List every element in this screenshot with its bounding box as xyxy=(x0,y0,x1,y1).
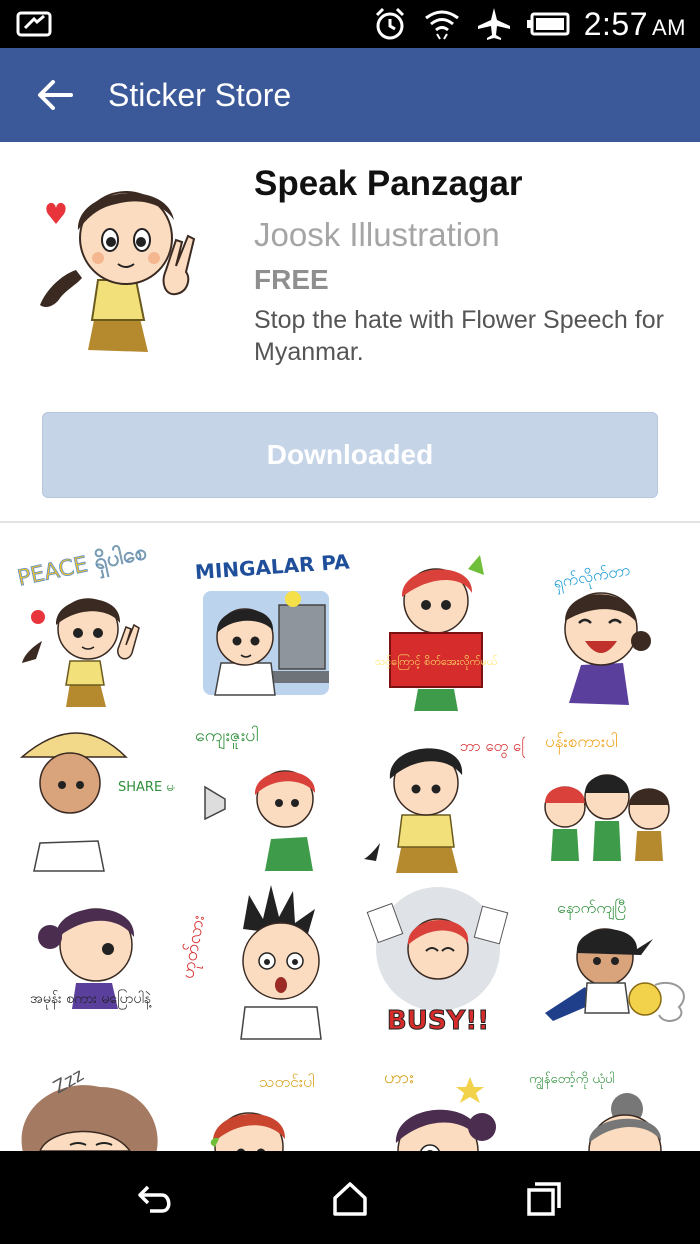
sticker-megaphone[interactable]: ကျေးဇူးပါ xyxy=(175,711,350,881)
alarm-icon xyxy=(375,7,404,40)
sticker-sleeping[interactable]: Zzz xyxy=(0,1047,175,1151)
sticker-hate-speech[interactable]: အမုန်း စကား မပြောပါနဲ့ xyxy=(0,879,175,1049)
sticker-caption: ကျေးဇူးပါ xyxy=(195,725,258,749)
sticker-share[interactable]: SHARE မလုပ်ခင် စဉ်းစား xyxy=(0,711,175,881)
nav-back-button[interactable] xyxy=(126,1169,186,1229)
pack-author[interactable]: Joosk Illustration xyxy=(254,216,500,254)
sticker-caption: SHARE မလုပ်ခင် စဉ်းစား xyxy=(118,779,175,797)
sticker-caption: ရှက်လိုက်တာ xyxy=(552,560,632,595)
sticker-news[interactable]: သတင်းပါ xyxy=(175,1047,350,1151)
sticker-pack-header: Speak Panzagar Joosk Illustration FREE S… xyxy=(0,142,700,522)
app-bar: Sticker Store xyxy=(0,48,700,142)
nav-recents-button[interactable] xyxy=(514,1169,574,1229)
battery-icon xyxy=(526,12,570,36)
sticker-caption: သတင်းပါ xyxy=(259,1072,315,1091)
wifi-icon xyxy=(424,10,459,40)
sticker-caption: ဟား xyxy=(384,1067,414,1088)
sticker-late[interactable]: နောက်ကျပြီ xyxy=(525,879,700,1049)
page-title: Sticker Store xyxy=(108,76,292,113)
sticker-caption: သင့်ကြောင့် စိတ်အေးလိုက်မယ် xyxy=(374,654,497,670)
sticker-caption: PEACE ရှိပါစေ xyxy=(15,545,150,596)
pack-description: Stop the hate with Flower Speech for Mya… xyxy=(254,306,664,366)
downloaded-button[interactable]: Downloaded xyxy=(42,412,658,498)
pack-cover-sticker xyxy=(40,191,196,352)
back-nav-icon xyxy=(138,1185,171,1213)
sticker-peace[interactable]: PEACE ရှိပါစေ xyxy=(0,545,175,715)
sticker-caption: ဘာ တွေ ပြောနေတာလဲ xyxy=(460,736,525,758)
sticker-surprised-boy[interactable]: ဟုတ်လား xyxy=(175,879,350,1049)
back-button[interactable] xyxy=(20,48,90,142)
notification-icon xyxy=(16,11,52,37)
sticker-caption: ပန်းစကားပါ xyxy=(545,731,618,755)
sticker-sign[interactable]: သင့်ကြောင့် စိတ်အေးလိုက်မယ် xyxy=(350,545,525,715)
sticker-caption: ကျွန်တော့်ကို ယုံပါ xyxy=(529,1071,615,1090)
sticker-angry-girl[interactable]: ဘာ တွေ ပြောနေတာလဲ xyxy=(350,711,525,881)
sticker-flower-speech[interactable]: ပန်းစကားပါ xyxy=(525,711,700,881)
sticker-wink[interactable]: ဟား xyxy=(350,1047,525,1151)
sticker-caption: BUSY!! xyxy=(387,1006,489,1036)
pack-title: Speak Panzagar xyxy=(254,164,523,203)
status-bar: 2:57 AM xyxy=(0,0,700,48)
airplane-mode-icon xyxy=(477,8,510,40)
back-arrow-icon xyxy=(38,80,73,110)
sticker-caption: ဟုတ်လား xyxy=(177,914,212,981)
nav-home-button[interactable] xyxy=(320,1169,380,1229)
pack-price: FREE xyxy=(254,264,329,295)
home-nav-icon xyxy=(333,1182,367,1216)
sticker-trust-me[interactable]: ကျွန်တော့်ကို ယုံပါ xyxy=(525,1047,700,1151)
recents-nav-icon xyxy=(527,1182,561,1216)
sticker-grid: PEACE ရှိပါစေ MINGALAR PAR သင့်ကြောင့် စ… xyxy=(0,523,700,1151)
sticker-shy[interactable]: ရှက်လိုက်တာ xyxy=(525,545,700,715)
sticker-caption: အမုန်း စကား မပြောပါနဲ့ xyxy=(30,990,152,1009)
sticker-caption: MINGALAR PAR xyxy=(194,548,350,584)
navigation-bar xyxy=(0,1151,700,1244)
sticker-mingalar-par[interactable]: MINGALAR PAR xyxy=(175,545,350,715)
clock: 2:57 AM xyxy=(583,5,686,42)
sticker-caption: နောက်ကျပြီ xyxy=(557,898,626,920)
sticker-busy[interactable]: BUSY!! xyxy=(350,879,525,1049)
